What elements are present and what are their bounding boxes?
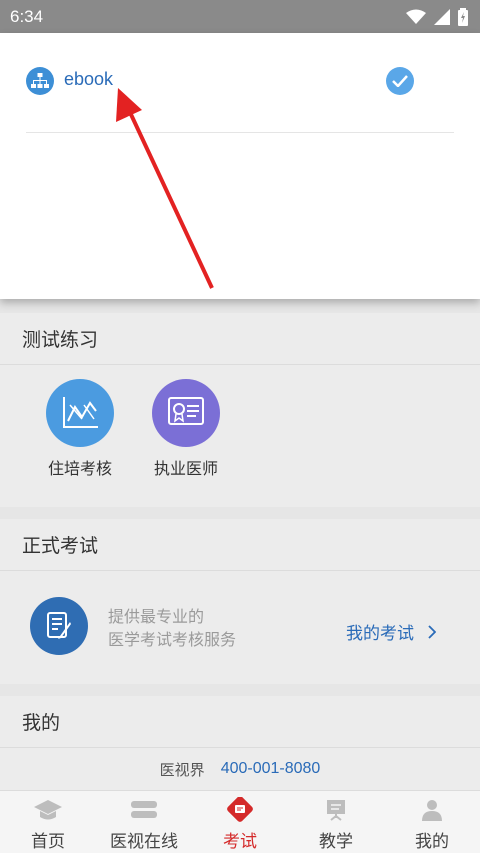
org-name: 医视界 (159, 760, 205, 779)
dropdown-item-ebook[interactable]: ebook (26, 63, 454, 133)
my-exam-link[interactable]: 我的考试 (346, 619, 436, 644)
chart-icon (46, 379, 114, 447)
status-bar: 6:34 (0, 0, 480, 33)
certificate-icon (152, 379, 220, 447)
formal-exam-section: 正式考试 提供最专业的 医学考试考核服务 我的考试 (0, 519, 480, 684)
chevron-right-icon (428, 624, 436, 639)
tab-home[interactable]: 首页 (0, 791, 96, 853)
contact-row: 医视界 400-001-8080 (0, 748, 480, 790)
tab-mine[interactable]: 我的 (384, 791, 480, 853)
graduation-cap-icon (33, 797, 63, 823)
checkmark-icon (386, 67, 414, 95)
phone-link[interactable]: 400-001-8080 (221, 760, 321, 778)
tile-label: 住培考核 (47, 459, 112, 478)
stack-icon (129, 797, 159, 823)
dropdown-item-label: ebook (64, 69, 114, 89)
tab-online[interactable]: 医视在线 (96, 791, 192, 853)
practice-section: 测试练习 住培考核 执业医师 (0, 313, 480, 507)
section-title: 我的 (0, 696, 480, 748)
tab-label: 医视在线 (110, 832, 178, 852)
board-icon (321, 797, 351, 823)
tab-label: 教学 (319, 832, 353, 852)
person-icon (417, 797, 447, 823)
exam-desc-line1: 提供最专业的 (108, 607, 205, 626)
exam-document-icon (30, 597, 88, 655)
bottom-tab-bar: 首页 医视在线 考试 教学 我的 (0, 790, 480, 853)
tab-label: 考试 (223, 832, 257, 852)
my-exam-label: 我的考试 (346, 624, 414, 644)
wifi-icon (406, 9, 426, 24)
mine-section: 我的 医视界 400-001-8080 (0, 696, 480, 790)
project-dropdown: ebook (0, 33, 480, 299)
status-time: 6:34 (10, 6, 44, 26)
tile-label: 执业医师 (153, 459, 218, 478)
tab-exam[interactable]: 考试 (192, 791, 288, 853)
section-title: 正式考试 (0, 519, 480, 571)
tab-teaching[interactable]: 教学 (288, 791, 384, 853)
section-title: 测试练习 (0, 313, 480, 365)
exam-icon (225, 797, 255, 823)
tab-label: 我的 (415, 832, 449, 852)
tile-resident-training[interactable]: 住培考核 (46, 379, 114, 479)
exam-desc-line2: 医学考试考核服务 (108, 630, 237, 649)
tile-licensed-physician[interactable]: 执业医师 (152, 379, 220, 479)
battery-icon (458, 7, 468, 26)
signal-icon (434, 8, 450, 25)
tab-label: 首页 (31, 832, 65, 852)
org-chart-icon (26, 67, 54, 95)
